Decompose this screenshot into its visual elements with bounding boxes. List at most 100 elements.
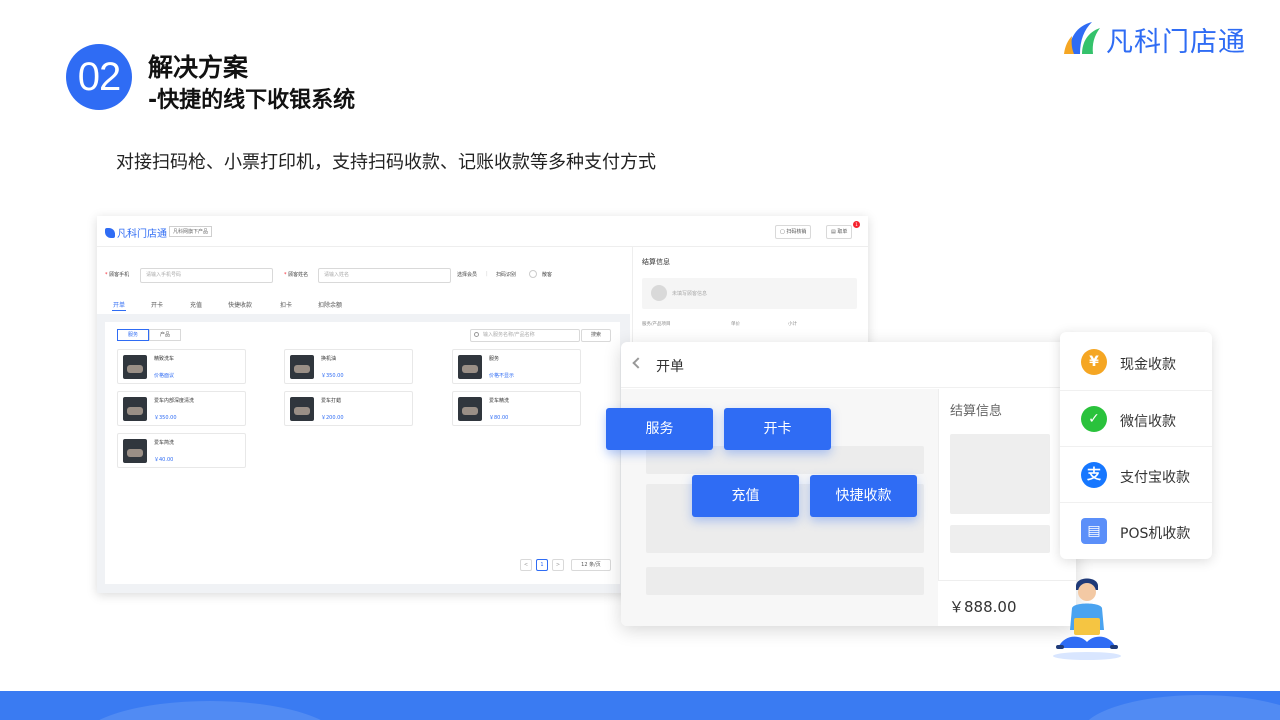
- product-name: 服务: [489, 356, 500, 362]
- product-price: ￥350.00: [321, 373, 344, 379]
- scan-verify-button[interactable]: ▢ 扫码核销: [775, 225, 812, 239]
- wechat-icon: ✓: [1081, 406, 1107, 432]
- product-image: [290, 397, 314, 421]
- payment-label: 支付宝收款: [1120, 470, 1190, 486]
- payment-pos[interactable]: ▤ POS机收款: [1060, 502, 1212, 558]
- column-header-price: 单价: [731, 322, 740, 327]
- placeholder-block: [950, 525, 1050, 553]
- pos-icon: ▤: [1081, 518, 1107, 544]
- tab-deduct-card[interactable]: 扣卡: [280, 300, 292, 309]
- open-order-title: 开单: [656, 359, 684, 375]
- pager-page-button[interactable]: 1: [536, 559, 548, 571]
- app-top-bar: [97, 216, 868, 247]
- product-image: [123, 397, 147, 421]
- product-price: ￥80.00: [489, 415, 509, 421]
- app-logo: 凡科门店通: [105, 225, 167, 240]
- take-order-label: 取单: [837, 229, 848, 235]
- service-button[interactable]: 服务: [606, 408, 713, 450]
- settlement-title: 结算信息: [950, 404, 1003, 419]
- payment-label: POS机收款: [1120, 526, 1191, 542]
- column-header-item: 服务/产品项目: [642, 322, 671, 327]
- product-image: [123, 355, 147, 379]
- product-card[interactable]: 爱车简洗 ￥40.00: [117, 433, 246, 468]
- tab-active-indicator: [112, 310, 126, 311]
- product-price: ￥40.00: [154, 457, 174, 463]
- section-number: 02: [66, 44, 132, 110]
- name-input[interactable]: 请输入姓名: [318, 268, 451, 283]
- open-card-button[interactable]: 开卡: [724, 408, 831, 450]
- product-name: 爱车简洗: [154, 440, 175, 446]
- pager-prev-button[interactable]: <: [520, 559, 532, 571]
- recharge-button[interactable]: 充值: [692, 475, 799, 517]
- search-icon: [474, 332, 479, 337]
- placeholder-block: [646, 446, 924, 474]
- person-illustration: [1053, 578, 1121, 660]
- app-logo-icon: [105, 228, 115, 238]
- product-card[interactable]: 服务 价格不显示: [452, 349, 581, 384]
- pager-next-button[interactable]: >: [552, 559, 564, 571]
- product-price: 价格不显示: [489, 373, 515, 379]
- product-card[interactable]: 爱车内部深度清洗 ￥350.00: [117, 391, 246, 426]
- placeholder-block: [950, 434, 1050, 514]
- scan-verify-label: 扫码核销: [786, 229, 807, 235]
- product-card[interactable]: 换机油 ￥350.00: [284, 349, 413, 384]
- avatar: [651, 285, 667, 301]
- phone-label: * 顾客手机: [105, 272, 130, 278]
- order-count-badge: 1: [853, 221, 860, 228]
- settlement-title: 结算信息: [642, 258, 670, 266]
- product-image: [123, 439, 147, 463]
- slide-title-sub: -快捷的线下收银系统: [148, 88, 356, 113]
- alipay-icon: 支: [1081, 462, 1107, 488]
- divider: |: [486, 271, 488, 277]
- take-order-button[interactable]: ▤ 取单: [826, 225, 853, 239]
- segment-product[interactable]: 产品: [149, 329, 181, 341]
- column-header-subtotal: 小计: [788, 322, 797, 327]
- product-image: [290, 355, 314, 379]
- product-name: 爱车内部深度清洗: [154, 398, 195, 404]
- brand-logo: 凡科门店通: [1062, 16, 1262, 60]
- payment-cash[interactable]: ¥ 现金收款: [1060, 334, 1212, 390]
- brand-mark-icon: [1064, 22, 1100, 54]
- yen-icon: ¥: [1081, 349, 1107, 375]
- tab-recharge[interactable]: 充值: [190, 300, 202, 309]
- select-member-link[interactable]: 选择会员: [457, 271, 477, 278]
- tab-quick-pay[interactable]: 快捷收款: [228, 300, 252, 309]
- search-button[interactable]: 搜索: [581, 329, 611, 342]
- page-size-select[interactable]: 12 条/页: [571, 559, 611, 571]
- product-name: 精致洗车: [154, 356, 175, 362]
- tab-deduct-balance[interactable]: 扣除余额: [318, 300, 342, 309]
- payment-label: 现金收款: [1120, 357, 1176, 373]
- name-label-text: 顾客姓名: [288, 272, 309, 278]
- product-card[interactable]: 爱车打蜡 ￥200.00: [284, 391, 413, 426]
- footer-wave: [0, 691, 1280, 720]
- payment-methods-card: ¥ 现金收款 ✓ 微信收款 支 支付宝收款 ▤ POS机收款: [1060, 332, 1212, 559]
- product-card[interactable]: 爱车精洗 ￥80.00: [452, 391, 581, 426]
- segment-service[interactable]: 服务: [117, 329, 149, 341]
- slide-subtitle: 对接扫码枪、小票打印机，支持扫码收款、记账收款等多种支付方式: [116, 152, 656, 173]
- product-name: 爱车打蜡: [321, 398, 342, 404]
- payment-wechat[interactable]: ✓ 微信收款: [1060, 390, 1212, 446]
- app-tag: 凡科网旗下产品: [169, 226, 213, 237]
- total-amount: ￥888.00: [949, 598, 1017, 616]
- name-label: * 顾客姓名: [284, 272, 309, 278]
- tab-open-card[interactable]: 开卡: [151, 300, 163, 309]
- product-search-input[interactable]: 输入服务名称/产品名称: [470, 329, 580, 342]
- scan-identify-link[interactable]: 扫码识别: [496, 271, 516, 278]
- payment-alipay[interactable]: 支 支付宝收款: [1060, 446, 1212, 502]
- brand-name: 凡科门店通: [1106, 27, 1246, 58]
- product-price: ￥350.00: [154, 415, 177, 421]
- member-hint: 未填写顾客信息: [672, 291, 708, 297]
- product-card[interactable]: 精致洗车 价格面议: [117, 349, 246, 384]
- product-image: [458, 355, 482, 379]
- slide-title: 解决方案: [148, 53, 249, 82]
- guest-label: 散客: [542, 272, 553, 278]
- product-name: 换机油: [321, 356, 337, 362]
- open-order-header: [621, 342, 1076, 388]
- product-name: 爱车精洗: [489, 398, 510, 404]
- phone-input[interactable]: 请输入手机号码: [140, 268, 273, 283]
- quick-pay-button[interactable]: 快捷收款: [810, 475, 917, 517]
- placeholder-block: [646, 567, 924, 595]
- tab-open-order[interactable]: 开单: [113, 300, 125, 309]
- guest-radio[interactable]: [529, 270, 537, 278]
- product-image: [458, 397, 482, 421]
